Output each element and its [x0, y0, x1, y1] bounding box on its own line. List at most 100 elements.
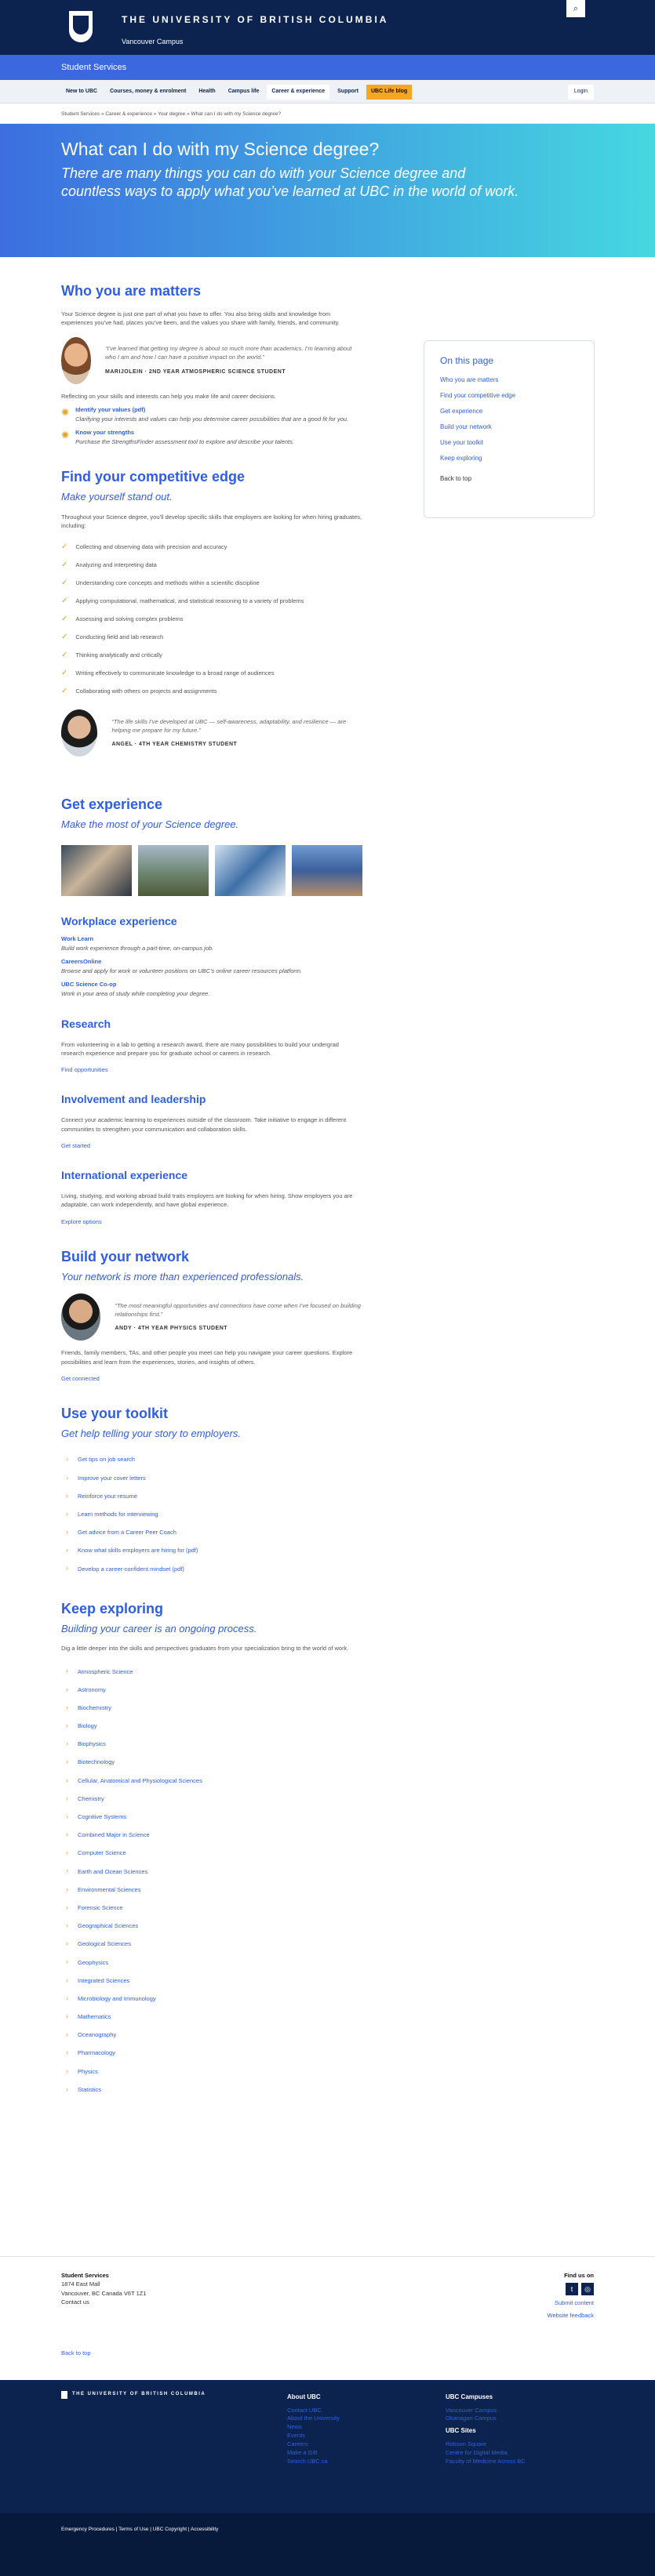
specialization-item[interactable]: › Cellular, Anatomical and Physiological … — [61, 1772, 363, 1790]
specialization-label[interactable]: Earth and Ocean Sciences — [78, 1867, 147, 1876]
unit-bar[interactable]: Student Services — [0, 55, 655, 80]
about-link-item[interactable]: News — [287, 2423, 340, 2432]
breadcrumb[interactable]: Student Services » Career & experience »… — [0, 103, 655, 124]
university-name[interactable]: THE UNIVERSITY OF BRITISH COLUMBIA — [122, 13, 388, 27]
about-link-item[interactable]: Careers — [287, 2440, 340, 2449]
footer-university[interactable]: THE UNIVERSITY OF BRITISH COLUMBIA — [72, 2391, 206, 2398]
bottom-bar[interactable]: Emergency Procedures | Terms of Use | UB… — [0, 2513, 655, 2576]
specialization-label[interactable]: Oceanography — [78, 2030, 116, 2039]
specialization-item[interactable]: › Geophysics — [61, 1954, 363, 1972]
nav-health[interactable]: Health — [194, 85, 220, 100]
specialization-label[interactable]: Cellular, Anatomical and Physiological S… — [78, 1776, 202, 1785]
specialization-label[interactable]: Biotechnology — [78, 1758, 115, 1766]
toolkit-item[interactable]: › Reinforce your resume — [61, 1487, 363, 1505]
specialization-item[interactable]: › Statistics — [61, 2081, 363, 2099]
about-link-label[interactable]: Careers — [287, 2440, 308, 2447]
science-coop-link[interactable]: UBC Science Co-op — [61, 981, 116, 988]
aside-link-network[interactable]: Build your network — [440, 423, 578, 432]
about-link-item[interactable]: Search UBC.ca — [287, 2458, 340, 2466]
nav-courses[interactable]: Courses, money & enrolment — [105, 85, 191, 100]
specialization-label[interactable]: Computer Science — [78, 1849, 126, 1857]
toolkit-item[interactable]: › Develop a career-confident mindset (pdf… — [61, 1560, 363, 1578]
specialization-label[interactable]: Physics — [78, 2067, 98, 2076]
specialization-item[interactable]: › Forensic Science — [61, 1899, 363, 1917]
toolkit-label[interactable]: Get tips on job search — [78, 1455, 135, 1464]
toolkit-item[interactable]: › Improve your cover letters — [61, 1469, 363, 1487]
toolkit-label[interactable]: Reinforce your resume — [78, 1492, 137, 1500]
toolkit-item[interactable]: › Get tips on job search — [61, 1451, 363, 1469]
specialization-label[interactable]: Pharmacology — [78, 2048, 115, 2057]
specialization-item[interactable]: › Biochemistry — [61, 1699, 363, 1717]
about-link-label[interactable]: Events — [287, 2432, 305, 2439]
toolkit-label[interactable]: Know what skills employers are hiring fo… — [78, 1546, 198, 1555]
specialization-label[interactable]: Mathematics — [78, 2012, 111, 2021]
search-icon[interactable]: ⌕ — [566, 0, 585, 17]
campus-link-label[interactable]: Okanagan Campus — [446, 2415, 497, 2422]
ubc-crest-logo[interactable] — [69, 11, 93, 42]
nav-campus-life[interactable]: Campus life — [224, 85, 264, 100]
site-link-item[interactable]: Robson Square — [446, 2440, 526, 2449]
specialization-item[interactable]: › Chemistry — [61, 1790, 363, 1808]
values-link[interactable]: Identify your values (pdf) — [75, 406, 145, 413]
submit-content-link[interactable]: Submit content — [548, 2298, 594, 2307]
specialization-label[interactable]: Biophysics — [78, 1740, 106, 1748]
about-link-label[interactable]: Make a Gift — [287, 2449, 317, 2456]
specialization-label[interactable]: Astronomy — [78, 1685, 106, 1694]
specialization-label[interactable]: Geographical Sciences — [78, 1921, 138, 1930]
specialization-item[interactable]: › Computer Science — [61, 1844, 363, 1862]
aside-link-toolkit[interactable]: Use your toolkit — [440, 438, 578, 448]
specialization-label[interactable]: Biology — [78, 1722, 97, 1730]
website-feedback-link[interactable]: Website feedback — [548, 2311, 594, 2320]
specialization-item[interactable]: › Mathematics — [61, 2008, 363, 2026]
campus-link-label[interactable]: Vancouver Campus — [446, 2407, 497, 2414]
campus-link-item[interactable]: Okanagan Campus — [446, 2415, 526, 2423]
about-link-label[interactable]: About the University — [287, 2415, 340, 2422]
toolkit-label[interactable]: Learn methods for interviewing — [78, 1510, 158, 1518]
specialization-label[interactable]: Environmental Sciences — [78, 1885, 140, 1894]
specialization-label[interactable]: Forensic Science — [78, 1903, 123, 1912]
site-link-item[interactable]: Centre for Digital Media — [446, 2449, 526, 2458]
about-link-label[interactable]: News — [287, 2423, 302, 2430]
site-link-item[interactable]: Faculty of Medicine Across BC — [446, 2458, 526, 2466]
site-link-label[interactable]: Faculty of Medicine Across BC — [446, 2458, 526, 2465]
specialization-item[interactable]: › Geographical Sciences — [61, 1917, 363, 1935]
toolkit-label[interactable]: Develop a career-confident mindset (pdf) — [78, 1565, 184, 1573]
specialization-item[interactable]: › Cognitive Systems — [61, 1808, 363, 1826]
about-link-label[interactable]: Contact UBC — [287, 2407, 322, 2414]
toolkit-item[interactable]: › Learn methods for interviewing — [61, 1505, 363, 1523]
specialization-label[interactable]: Cognitive Systems — [78, 1812, 126, 1821]
toolkit-label[interactable]: Improve your cover letters — [78, 1474, 146, 1482]
international-link[interactable]: Explore options — [61, 1217, 363, 1226]
specialization-item[interactable]: › Combined Major in Science — [61, 1826, 363, 1844]
about-link-label[interactable]: Search UBC.ca — [287, 2458, 328, 2465]
aside-link-who[interactable]: Who you are matters — [440, 376, 578, 385]
aside-back-to-top[interactable]: Back to top — [440, 474, 578, 484]
network-link[interactable]: Get connected — [61, 1374, 363, 1383]
specialization-item[interactable]: › Biophysics — [61, 1735, 363, 1753]
login-button[interactable]: Login — [567, 85, 594, 100]
specialization-item[interactable]: › Biology — [61, 1717, 363, 1735]
specialization-item[interactable]: › Geological Sciences — [61, 1935, 363, 1953]
nav-new-to-ubc[interactable]: New to UBC — [61, 85, 102, 100]
specialization-label[interactable]: Combined Major in Science — [78, 1830, 150, 1839]
aside-link-experience[interactable]: Get experience — [440, 407, 578, 416]
research-link[interactable]: Find opportunities — [61, 1065, 363, 1074]
about-link-item[interactable]: Events — [287, 2432, 340, 2440]
specialization-label[interactable]: Integrated Sciences — [78, 1976, 129, 1985]
specialization-item[interactable]: › Microbiology and Immunology — [61, 1990, 363, 2008]
specialization-item[interactable]: › Biotechnology — [61, 1754, 363, 1772]
aside-link-edge[interactable]: Find your competitive edge — [440, 391, 578, 401]
specialization-label[interactable]: Statistics — [78, 2085, 101, 2094]
toolkit-item[interactable]: › Get advice from a Career Peer Coach — [61, 1523, 363, 1541]
specialization-item[interactable]: › Pharmacology — [61, 2044, 363, 2063]
about-link-item[interactable]: About the University — [287, 2415, 340, 2423]
toolkit-item[interactable]: › Know what skills employers are hiring f… — [61, 1541, 363, 1559]
about-link-item[interactable]: Make a Gift — [287, 2449, 340, 2458]
specialization-item[interactable]: › Oceanography — [61, 2026, 363, 2044]
site-link-label[interactable]: Centre for Digital Media — [446, 2449, 508, 2456]
specialization-label[interactable]: Geological Sciences — [78, 1939, 131, 1948]
instagram-icon[interactable]: ◎ — [581, 2283, 594, 2296]
site-link-label[interactable]: Robson Square — [446, 2440, 486, 2447]
specialization-label[interactable]: Biochemistry — [78, 1703, 111, 1712]
careers-online-link[interactable]: CareersOnline — [61, 958, 101, 965]
